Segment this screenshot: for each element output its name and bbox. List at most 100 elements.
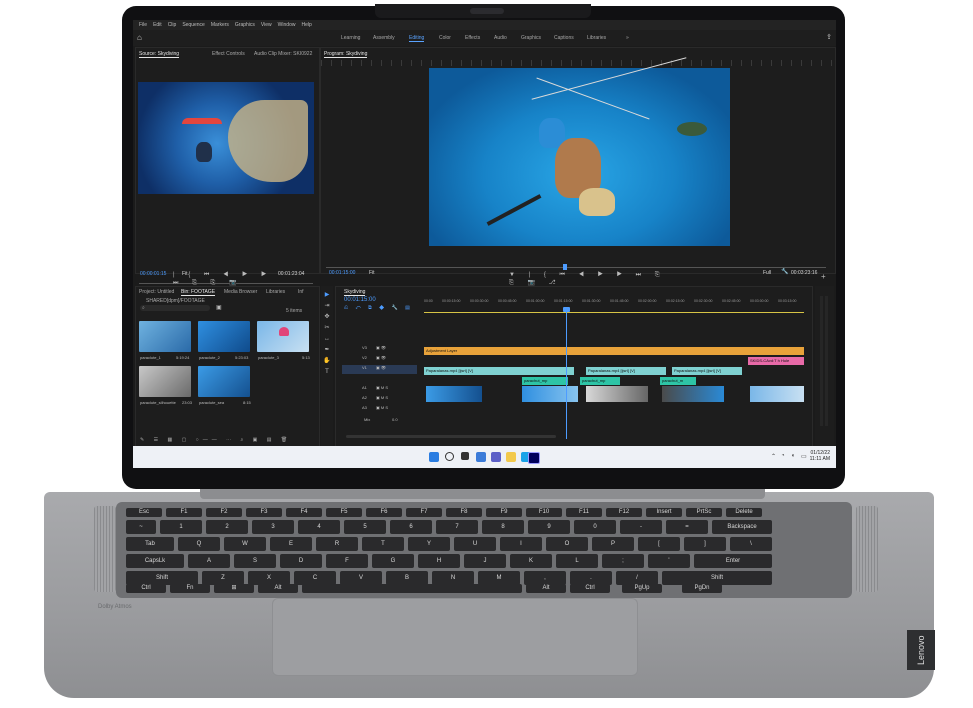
track-header-v3[interactable]: V3 ▣ 👁 [342, 345, 417, 354]
menu-window[interactable]: Window [278, 22, 296, 28]
key-f9[interactable]: F9 [486, 508, 522, 517]
key-6[interactable]: 6 [390, 520, 432, 534]
clip-v1[interactable]: Paparalanas.mp4 [ijsrt] [V] [424, 367, 574, 375]
timeline-playhead[interactable] [566, 309, 567, 439]
key-ctrl-right[interactable]: Ctrl [570, 584, 610, 593]
workspace-effects[interactable]: Effects [465, 35, 480, 41]
key-tab[interactable]: Tab [126, 537, 174, 551]
key-2[interactable]: 2 [206, 520, 248, 534]
key-e[interactable]: E [270, 537, 312, 551]
key-s[interactable]: S [234, 554, 276, 568]
tab-timeline[interactable]: Skydiving [344, 289, 366, 296]
tab-libraries[interactable]: Libraries [266, 289, 285, 295]
key-equals[interactable]: = [666, 520, 708, 534]
bin-thumbnail[interactable] [257, 321, 309, 352]
key-capslock[interactable]: CapsLk [126, 554, 184, 568]
key-4[interactable]: 4 [298, 520, 340, 534]
menu-clip[interactable]: Clip [168, 22, 177, 28]
track-header-a3[interactable]: A3 ▣ M S [342, 405, 417, 414]
wifi-icon[interactable]: ◔ [781, 453, 785, 459]
search-icon[interactable] [445, 452, 454, 461]
bin-thumbnail[interactable] [198, 321, 250, 352]
key-o[interactable]: O [546, 537, 588, 551]
program-transport-controls[interactable]: ▼ | { ⏮ ◀ ▶ ▶ ⏭ ⎘ ⎘ 📷 ⎇ [509, 272, 679, 287]
key-semicolon[interactable]: ; [602, 554, 644, 568]
key-insert[interactable]: Insert [646, 508, 682, 517]
key-n[interactable]: N [432, 571, 474, 585]
key-i[interactable]: I [500, 537, 542, 551]
program-fit-select[interactable]: Fit [369, 270, 375, 276]
program-timecode-in[interactable]: 00:01:15:00 [329, 270, 355, 276]
bin-thumbnail[interactable] [139, 321, 191, 352]
selection-tool-icon[interactable]: ▶ [321, 290, 333, 301]
ripple-tool-icon[interactable]: ✥ [321, 312, 333, 323]
tray-chevron-icon[interactable]: ⌃ [771, 453, 776, 460]
key-f6[interactable]: F6 [366, 508, 402, 517]
key-c[interactable]: C [294, 571, 336, 585]
start-icon[interactable] [429, 452, 439, 462]
program-quality-select[interactable]: Full [763, 270, 771, 276]
clip-v1[interactable]: Paparalanas.mp4 [ijsrt] [V] [586, 367, 666, 375]
battery-icon[interactable]: ▭ [801, 453, 807, 460]
key-f11[interactable]: F11 [566, 508, 602, 517]
menu-help[interactable]: Help [301, 22, 311, 28]
key-alt-right[interactable]: Alt [526, 584, 566, 593]
key-0[interactable]: 0 [574, 520, 616, 534]
track-header-mix[interactable]: Mix 0.0 [342, 417, 417, 426]
tab-project[interactable]: Project: Untitled [139, 289, 174, 295]
key-7[interactable]: 7 [436, 520, 478, 534]
key-esc[interactable]: Esc [126, 508, 162, 517]
key-f12[interactable]: F12 [606, 508, 642, 517]
key-quote[interactable]: ' [648, 554, 690, 568]
key-lbracket[interactable]: [ [638, 537, 680, 551]
key-shift-right[interactable]: Shift [662, 571, 772, 585]
taskbar-clock[interactable]: 01/12/22 11:11 AM [810, 450, 830, 462]
timeline-timecode[interactable]: 00:01:15:00 [344, 297, 376, 303]
timeline-ruler[interactable]: 00:00 00:00:15:00 00:00:30:00 00:00:45:0… [424, 299, 810, 309]
program-video-frame[interactable] [429, 57, 730, 246]
workspace-editing[interactable]: Editing [409, 35, 425, 42]
key-f10[interactable]: F10 [526, 508, 562, 517]
track-header-a2[interactable]: A2 ▣ M S [342, 395, 417, 404]
key-8[interactable]: 8 [482, 520, 524, 534]
key-slash[interactable]: / [616, 571, 658, 585]
key-f1[interactable]: F1 [166, 508, 202, 517]
slip-tool-icon[interactable]: ↔ [321, 334, 333, 345]
key-5[interactable]: 5 [344, 520, 386, 534]
track-header-a1[interactable]: A1 ▣ M S [342, 385, 417, 394]
playhead-handle[interactable] [563, 307, 570, 312]
type-tool-icon[interactable]: T [321, 367, 333, 378]
workspace-assembly[interactable]: Assembly [373, 35, 395, 41]
key-y[interactable]: Y [408, 537, 450, 551]
key-alt-left[interactable]: Alt [258, 584, 298, 593]
key-z[interactable]: Z [202, 571, 244, 585]
workspace-learning[interactable]: Learning [341, 35, 360, 41]
menu-file[interactable]: File [139, 22, 147, 28]
clip-audio[interactable]: parachut_mp [580, 377, 620, 385]
video-thumb-strip[interactable] [750, 386, 804, 402]
workspace-libraries[interactable]: Libraries [587, 35, 606, 41]
key-pgdn[interactable]: PgDn [682, 584, 722, 593]
tab-source[interactable]: Source: Skydiving [139, 51, 180, 58]
key-h[interactable]: H [418, 554, 460, 568]
key-m[interactable]: M [478, 571, 520, 585]
clip-adjustment-layer[interactable]: Adjustment Layer [424, 347, 804, 355]
tab-effect-controls[interactable]: Effect Controls [212, 51, 245, 57]
key-delete[interactable]: Delete [726, 508, 762, 517]
menu-sequence[interactable]: Sequence [182, 22, 205, 28]
source-timecode-in[interactable]: 00:00:01:15 [140, 271, 166, 277]
clip-title[interactable]: SKIDS-CAvd:T h Hule [748, 357, 804, 365]
premiere-pro-icon[interactable] [528, 452, 540, 464]
key-x[interactable]: X [248, 571, 290, 585]
key-comma[interactable]: , [524, 571, 566, 585]
task-view-icon[interactable] [461, 452, 469, 460]
key-g[interactable]: G [372, 554, 414, 568]
tab-media-browser[interactable]: Media Browser [224, 289, 257, 295]
track-header-v1[interactable]: V1 ▣ 👁 [342, 365, 417, 374]
video-thumb-strip[interactable] [662, 386, 724, 402]
key-minus[interactable]: - [620, 520, 662, 534]
key-r[interactable]: R [316, 537, 358, 551]
key-f4[interactable]: F4 [286, 508, 322, 517]
volume-icon[interactable]: ◖ [791, 453, 795, 459]
key-u[interactable]: U [454, 537, 496, 551]
